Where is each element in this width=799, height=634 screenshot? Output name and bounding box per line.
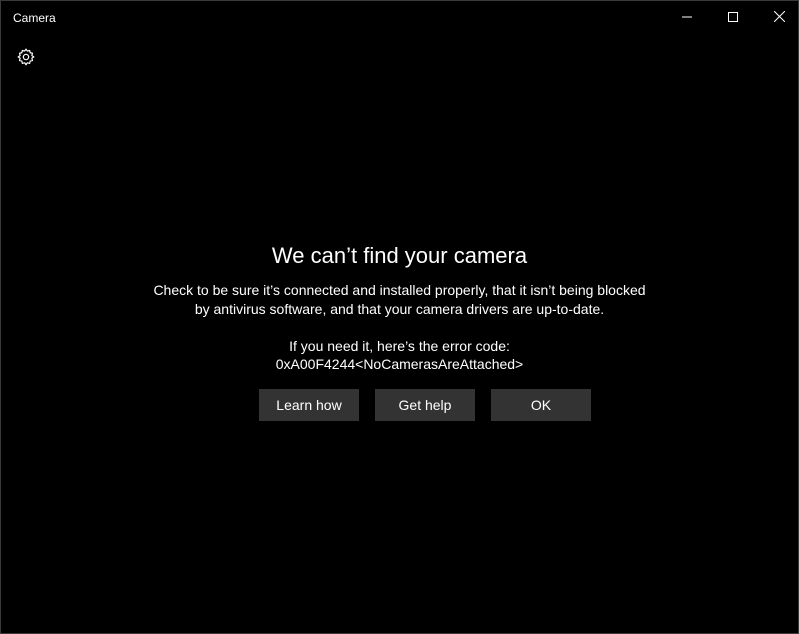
settings-button[interactable] — [14, 47, 38, 71]
error-code-block: If you need it, here’s the error code: 0… — [1, 337, 798, 373]
ok-button[interactable]: OK — [491, 389, 591, 421]
error-code: 0xA00F4244<NoCamerasAreAttached> — [275, 356, 524, 372]
action-buttons: Learn how Get help OK — [259, 389, 591, 421]
app-title: Camera — [13, 11, 56, 25]
get-help-button[interactable]: Get help — [375, 389, 475, 421]
title-bar[interactable]: Camera — [1, 1, 798, 35]
error-code-intro: If you need it, here’s the error code: — [289, 338, 510, 354]
learn-how-button[interactable]: Learn how — [259, 389, 359, 421]
error-description: Check to be sure it’s connected and inst… — [1, 281, 798, 319]
description-line-2: by antivirus software, and that your cam… — [194, 301, 605, 317]
description-line-1: Check to be sure it’s connected and inst… — [153, 282, 646, 298]
minimize-icon — [682, 9, 692, 27]
maximize-icon — [728, 9, 738, 27]
minimize-button[interactable] — [664, 1, 710, 35]
gear-icon — [16, 47, 36, 72]
close-icon — [773, 9, 785, 27]
close-button[interactable] — [756, 1, 799, 35]
maximize-button[interactable] — [710, 1, 756, 35]
error-heading: We can’t find your camera — [271, 243, 528, 268]
camera-window: Camera We can’t find your camera Check t… — [0, 0, 799, 634]
